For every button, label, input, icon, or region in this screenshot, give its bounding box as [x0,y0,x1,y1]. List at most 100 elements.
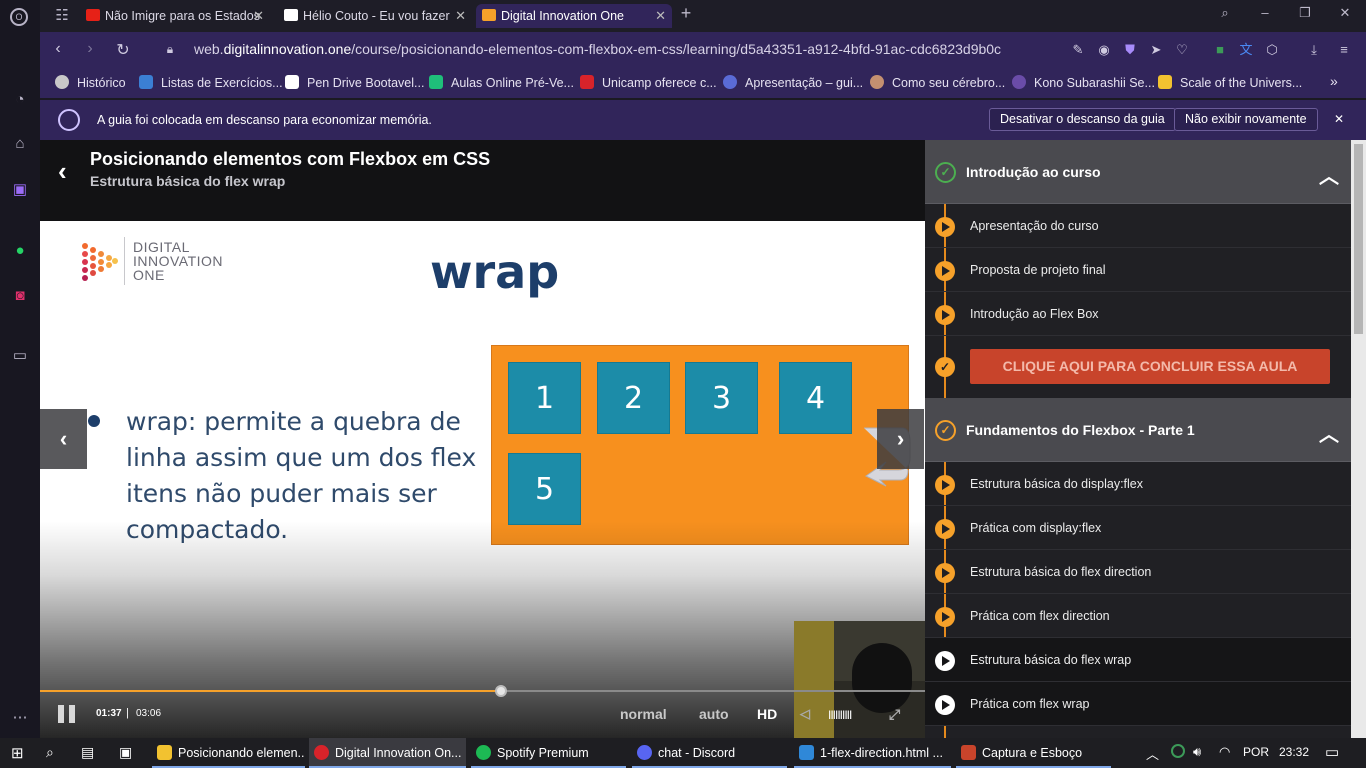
heart-icon[interactable]: ♡ [1174,42,1190,58]
lesson-item[interactable]: Apresentação do curso [925,204,1351,248]
back-arrow-icon[interactable]: ‹ [58,156,67,187]
section-header[interactable]: ✓ Introdução ao curso ︿ [925,140,1351,204]
lesson-item[interactable]: Prática com flex wrap [925,682,1351,726]
pause-bar [69,705,75,723]
bookmark-item[interactable]: Listas de Exercícios... [139,75,283,90]
tab-youtube[interactable]: Não Imigre para os Estados ✕ [80,4,270,28]
wifi-icon[interactable]: ◠ [1219,744,1230,760]
chevron-up-icon[interactable]: ︿ [1319,418,1339,447]
download-icon[interactable]: ⤓ [1306,42,1322,58]
shopping-icon[interactable]: ⌂ [10,134,30,154]
bookmark-item[interactable]: Aulas Online Pré-Ve... [429,75,574,90]
speed-dial-icon[interactable]: ◔ [10,90,30,110]
flex-item: 5 [508,453,581,525]
whatsapp-icon[interactable]: ● [10,241,30,261]
lesson-item[interactable]: Estrutura básica do display:flex [925,462,1351,506]
bookmark-item[interactable]: Scale of the Univers... [1158,75,1302,90]
lesson-item[interactable]: Proposta de projeto final [925,248,1351,292]
bookmark-item[interactable]: Pen Drive Bootavel... [285,75,424,90]
scrollbar-thumb[interactable] [1354,144,1363,334]
fullscreen-icon[interactable]: ⤢ [889,706,900,723]
volume-slider[interactable]: IIIIIIIIII [828,708,852,722]
close-icon[interactable]: ✕ [455,4,466,28]
taskbar-item[interactable]: Digital Innovation On... [309,738,466,768]
notifications-icon[interactable]: ▭ [1325,743,1339,761]
next-lesson-arrow[interactable]: › [877,409,924,469]
video-player[interactable]: DIGITAL INNOVATION ONE wrap wrap: permite … [40,221,925,738]
menu-icon[interactable]: ≡ [1336,42,1352,58]
quality-hd-button[interactable]: HD [757,706,777,722]
lesson-label: Estrutura básica do flex wrap [970,653,1132,667]
edit-icon[interactable]: ✎ [1070,42,1086,58]
close-window-icon[interactable]: ✕ [1335,5,1355,21]
more-icon[interactable]: ⋯ [10,708,30,728]
wallet-icon[interactable]: ▭ [10,346,30,366]
bookmark-item[interactable]: Como seu cérebro... [870,75,1005,90]
extension-cube-icon[interactable]: ■ [1212,42,1228,58]
taskbar-item[interactable]: chat - Discord [632,738,787,768]
network-status-icon[interactable] [1171,744,1185,758]
dont-show-again-button[interactable]: Não exibir novamente [1174,108,1318,131]
camera-icon[interactable]: ◉ [1096,42,1112,58]
close-icon[interactable]: ✕ [253,4,264,28]
bookmark-item[interactable]: Histórico [55,75,126,90]
bookmark-label: Unicamp oferece c... [602,76,717,90]
taskbar-item[interactable]: Spotify Premium [471,738,626,768]
dio-logo-text: DIGITAL INNOVATION ONE [133,240,223,282]
speed-button[interactable]: normal [620,706,667,722]
section-header[interactable]: ✓ Fundamentos do Flexbox - Parte 1 ︿ [925,398,1351,462]
lesson-item[interactable]: Prática com display:flex [925,506,1351,550]
lesson-item[interactable]: Prática com flex direction [925,594,1351,638]
new-tab-icon[interactable]: + [676,3,696,24]
url-field[interactable]: web.digitalinnovation.one/course/posicio… [194,41,1001,57]
course-outline: ✓ Introdução ao curso ︿ Apresentação do … [925,140,1351,738]
search-icon[interactable]: ⌕ [1215,5,1235,21]
quality-auto-button[interactable]: auto [699,706,729,722]
more-bookmarks-icon[interactable]: » [1330,73,1338,89]
scrollbar[interactable] [1351,140,1366,738]
forward-icon[interactable]: › [80,40,100,58]
reload-icon[interactable]: ↻ [113,40,133,60]
taskbar-item[interactable]: 1-flex-direction.html ... [794,738,951,768]
gamepad-icon[interactable]: ☷ [52,6,72,26]
lesson-item[interactable]: Introdução ao Flex Box [925,292,1351,336]
translate-icon[interactable]: 文 [1238,42,1254,58]
taskbar-item[interactable]: Captura e Esboço [956,738,1111,768]
windows-start-icon[interactable]: ⊞ [11,744,24,762]
clock[interactable]: 23:32 [1279,745,1309,759]
progress-handle[interactable] [495,685,508,697]
restore-icon[interactable]: ❐ [1295,5,1315,21]
instagram-icon[interactable]: ◙ [10,286,30,306]
bookmark-item[interactable]: Unicamp oferece c... [580,75,717,90]
close-icon[interactable]: ✕ [655,4,666,28]
store-icon[interactable]: ▣ [119,744,132,761]
task-view-icon[interactable]: ▤ [81,744,94,761]
taskbar-item[interactable]: Posicionando elemen... [152,738,305,768]
bookmark-item[interactable]: Apresentação – gui... [723,75,863,90]
tab-helio[interactable]: Hélio Couto - Eu vou fazer ✕ [278,4,472,28]
conclude-lesson-button[interactable]: CLIQUE AQUI PARA CONCLUIR ESSA AULA [970,349,1330,384]
box-icon[interactable]: ⬡ [1264,42,1280,58]
back-icon[interactable]: ‹ [48,40,68,58]
lesson-item-current[interactable]: Estrutura básica do flex wrap [925,638,1351,682]
send-icon[interactable]: ➤ [1148,42,1164,58]
volume-icon[interactable]: ◁ [800,706,810,722]
twitch-icon[interactable]: ▣ [10,180,30,200]
opera-logo-icon[interactable]: O [10,8,28,26]
chevron-up-icon[interactable]: ︿ [1146,744,1159,763]
webcam-overlay [794,621,925,738]
disable-snooze-button[interactable]: Desativar o descanso da guia [989,108,1176,131]
bookmark-item[interactable]: Kono Subarashii Se... [1012,75,1155,90]
close-notice-icon[interactable]: ✕ [1334,112,1344,126]
tab-digital-innovation[interactable]: Digital Innovation One ✕ [476,4,672,28]
shield-icon[interactable]: ⛊ [1122,42,1138,58]
pause-button[interactable] [58,705,76,723]
prev-lesson-arrow[interactable]: ‹ [40,409,87,469]
search-icon[interactable]: ⌕ [46,744,54,761]
lesson-item[interactable]: Estrutura básica do flex direction [925,550,1351,594]
minimize-icon[interactable]: – [1255,5,1275,20]
chevron-up-icon[interactable]: ︿ [1319,160,1339,189]
canva-icon [723,75,737,89]
language-indicator[interactable]: POR [1243,745,1269,759]
volume-icon[interactable]: 🔊︎ [1193,744,1201,760]
